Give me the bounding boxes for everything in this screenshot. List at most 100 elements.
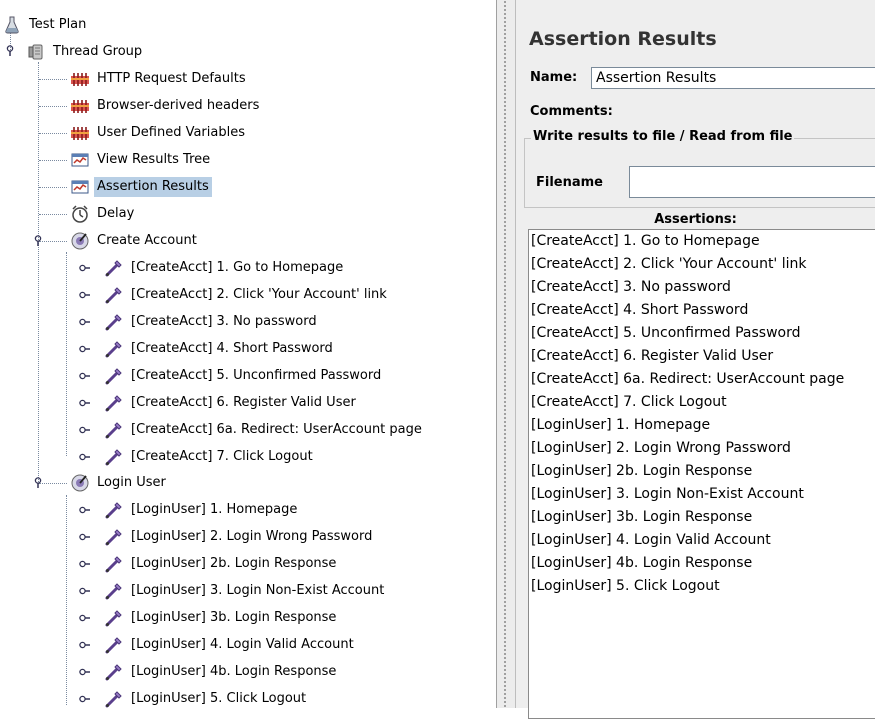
assertion-line: [LoginUser] 4b. Login Response — [531, 555, 753, 571]
tree-node-label: [LoginUser] 2. Login Wrong Password — [131, 529, 373, 544]
assertion-line: [LoginUser] 3. Login Non-Exist Account — [531, 486, 804, 502]
tree-node-label: [CreateAcct] 4. Short Password — [131, 341, 333, 356]
flask-icon — [2, 15, 22, 35]
tree-node-view-results-tree[interactable]: View Results Tree — [70, 149, 213, 171]
tree-node-label: [LoginUser] 1. Homepage — [131, 502, 298, 517]
tree-node-label: [LoginUser] 3b. Login Response — [131, 610, 337, 625]
tree-node-label: HTTP Request Defaults — [97, 71, 246, 86]
assertion-line: [LoginUser] 2. Login Wrong Password — [531, 440, 791, 456]
tree-node-label: View Results Tree — [97, 152, 211, 167]
assertion-line: [CreateAcct] 4. Short Password — [531, 302, 749, 318]
collapse-toggle-icon[interactable] — [79, 531, 91, 543]
expand-toggle-icon[interactable] — [32, 477, 44, 489]
assertion-line: [CreateAcct] 2. Click 'Your Account' lin… — [531, 256, 807, 272]
tree-node-label: Create Account — [97, 233, 197, 248]
tree-node-sampler[interactable]: [LoginUser] 4b. Login Response — [104, 661, 339, 683]
assertion-line: [CreateAcct] 6. Register Valid User — [531, 348, 774, 364]
tree-node-label: [LoginUser] 4. Login Valid Account — [131, 637, 354, 652]
tree-node-test-plan[interactable]: Test Plan — [2, 14, 89, 36]
tree-node-sampler[interactable]: [CreateAcct] 5. Unconfirmed Password — [104, 365, 384, 387]
tree-node-label: [LoginUser] 4b. Login Response — [131, 664, 337, 679]
tree-node-label: Test Plan — [29, 17, 87, 32]
http-sampler-icon — [104, 527, 124, 547]
http-sampler-icon — [104, 581, 124, 601]
tree-node-user-defined-variables[interactable]: User Defined Variables — [70, 122, 248, 144]
tree-node-login-user[interactable]: Login User — [70, 472, 169, 494]
tree-node-sampler[interactable]: [LoginUser] 2b. Login Response — [104, 553, 339, 575]
collapse-toggle-icon[interactable] — [79, 397, 91, 409]
pane-splitter[interactable] — [497, 0, 516, 708]
collapse-toggle-icon[interactable] — [79, 639, 91, 651]
assertion-line: [CreateAcct] 3. No password — [531, 279, 731, 295]
file-group-title: Write results to file / Read from file — [531, 129, 795, 144]
tree-node-sampler[interactable]: [LoginUser] 3b. Login Response — [104, 607, 339, 629]
collapse-toggle-icon[interactable] — [79, 693, 91, 705]
http-sampler-icon — [104, 312, 124, 332]
config-element-icon — [70, 123, 90, 143]
http-sampler-icon — [104, 554, 124, 574]
tree-node-label: Login User — [97, 475, 166, 490]
tree-node-sampler[interactable]: [CreateAcct] 6. Register Valid User — [104, 392, 359, 414]
name-label: Name: — [530, 70, 578, 85]
collapse-toggle-icon[interactable] — [79, 343, 91, 355]
controller-icon — [70, 231, 90, 251]
assertions-heading: Assertions: — [654, 212, 737, 227]
tree-node-label: [CreateAcct] 7. Click Logout — [131, 449, 313, 464]
collapse-toggle-icon[interactable] — [79, 585, 91, 597]
filename-input[interactable] — [629, 166, 875, 198]
tree-node-create-account[interactable]: Create Account — [70, 230, 200, 252]
collapse-toggle-icon[interactable] — [79, 262, 91, 274]
tree-node-sampler[interactable]: [LoginUser] 5. Click Logout — [104, 688, 309, 708]
assertions-text-area[interactable]: [CreateAcct] 1. Go to Homepage [CreateAcc… — [528, 229, 875, 719]
expand-toggle-icon[interactable] — [4, 45, 16, 57]
collapse-toggle-icon[interactable] — [79, 558, 91, 570]
http-sampler-icon — [104, 285, 124, 305]
tree-connector — [39, 133, 67, 134]
tree-node-thread-group[interactable]: Thread Group — [26, 41, 145, 63]
tree-node-sampler[interactable]: [CreateAcct] 7. Click Logout — [104, 446, 316, 468]
config-element-icon — [70, 96, 90, 116]
http-sampler-icon — [104, 500, 124, 520]
tree-node-sampler[interactable]: [LoginUser] 3. Login Non-Exist Account — [104, 580, 387, 602]
http-sampler-icon — [104, 420, 124, 440]
test-plan-tree[interactable]: Test Plan Thread Group HTTP Request Defa… — [0, 0, 497, 708]
tree-node-label: Delay — [97, 206, 135, 221]
tree-node-sampler[interactable]: [CreateAcct] 4. Short Password — [104, 338, 336, 360]
tree-node-delay[interactable]: Delay — [70, 203, 137, 225]
tree-node-sampler[interactable]: [CreateAcct] 3. No password — [104, 311, 320, 333]
tree-node-assertion-results[interactable]: Assertion Results — [70, 176, 212, 198]
tree-connector — [38, 62, 39, 484]
timer-icon — [70, 204, 90, 224]
tree-node-label: [CreateAcct] 6. Register Valid User — [131, 395, 356, 410]
tree-node-http-request-defaults[interactable]: HTTP Request Defaults — [70, 68, 249, 90]
assertion-line: [CreateAcct] 7. Click Logout — [531, 394, 727, 410]
controller-icon — [70, 473, 90, 493]
name-field[interactable]: Assertion Results — [591, 67, 875, 89]
tree-node-sampler[interactable]: [CreateAcct] 6a. Redirect: UserAccount p… — [104, 419, 425, 441]
tree-node-sampler[interactable]: [CreateAcct] 1. Go to Homepage — [104, 257, 346, 279]
collapse-toggle-icon[interactable] — [79, 289, 91, 301]
expand-toggle-icon[interactable] — [32, 235, 44, 247]
assertion-line: [CreateAcct] 6a. Redirect: UserAccount p… — [531, 371, 845, 387]
tree-connector — [39, 187, 67, 188]
tree-node-sampler[interactable]: [LoginUser] 2. Login Wrong Password — [104, 526, 375, 548]
collapse-toggle-icon[interactable] — [79, 316, 91, 328]
http-sampler-icon — [104, 662, 124, 682]
tree-node-browser-derived-headers[interactable]: Browser-derived headers — [70, 95, 262, 117]
collapse-toggle-icon[interactable] — [79, 451, 91, 463]
collapse-toggle-icon[interactable] — [79, 370, 91, 382]
tree-node-sampler[interactable]: [LoginUser] 1. Homepage — [104, 499, 300, 521]
collapse-toggle-icon[interactable] — [79, 424, 91, 436]
tree-node-label: [LoginUser] 3. Login Non-Exist Account — [131, 583, 385, 598]
http-sampler-icon — [104, 258, 124, 278]
tree-node-label: Thread Group — [53, 44, 143, 59]
collapse-toggle-icon[interactable] — [79, 504, 91, 516]
collapse-toggle-icon[interactable] — [79, 612, 91, 624]
http-sampler-icon — [104, 339, 124, 359]
http-sampler-icon — [104, 608, 124, 628]
tree-node-sampler[interactable]: [CreateAcct] 2. Click 'Your Account' lin… — [104, 284, 390, 306]
collapse-toggle-icon[interactable] — [79, 666, 91, 678]
assertion-line: [LoginUser] 4. Login Valid Account — [531, 532, 771, 548]
tree-node-sampler[interactable]: [LoginUser] 4. Login Valid Account — [104, 634, 357, 656]
config-element-icon — [70, 69, 90, 89]
